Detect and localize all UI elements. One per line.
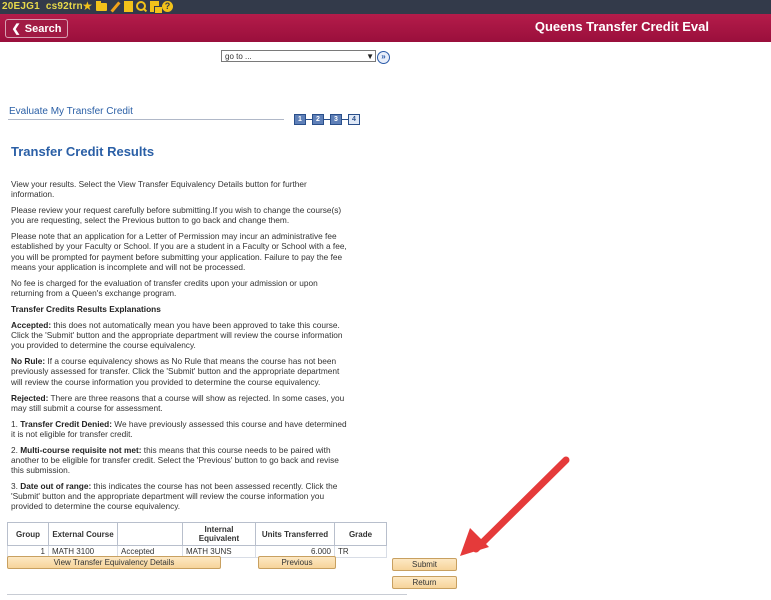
instructions: View your results. Select the View Trans…: [11, 179, 351, 518]
explanation-no-rule: No Rule: If a course equivalency shows a…: [11, 356, 340, 387]
explanation-multi-course: 2. Multi-course requisite not met: this …: [11, 444, 339, 476]
intro-paragraph: Please review your request carefully bef…: [11, 205, 342, 226]
page-title: Transfer Credit Results: [11, 144, 155, 159]
submit-button[interactable]: Submit: [392, 558, 457, 571]
chevron-left-icon: ❮: [11, 23, 21, 35]
table-header-row: Group External Course Internal Equivalen…: [7, 522, 387, 546]
search-icon[interactable]: [136, 1, 147, 12]
cell-grade: TR: [334, 545, 387, 558]
toolbar-icons: ★ ?: [82, 0, 173, 14]
step-2[interactable]: 2: [312, 114, 324, 125]
step-3[interactable]: 3: [330, 114, 342, 125]
search-back-label: Search: [24, 22, 62, 35]
step-1[interactable]: 1: [294, 114, 306, 125]
pencil-icon[interactable]: [110, 1, 121, 12]
header-title: Queens Transfer Credit Eval: [534, 19, 709, 34]
breadcrumb: Evaluate My Transfer Credit: [9, 106, 133, 117]
document-icon[interactable]: [150, 1, 163, 14]
col-status: [117, 522, 183, 546]
search-back-button[interactable]: ❮ Search: [5, 19, 68, 38]
breadcrumb-divider: [8, 119, 284, 120]
col-group: Group: [7, 522, 49, 546]
explanation-rejected: Rejected: There are three reasons that a…: [11, 392, 345, 413]
goto-select[interactable]: go to ... ▼: [221, 50, 376, 62]
step-4[interactable]: 4: [348, 114, 360, 125]
system-toolbar: 20EJG1 cs92trn ★ ?: [0, 0, 771, 14]
explanation-denied: 1. Transfer Credit Denied: We have previ…: [11, 418, 347, 439]
intro-paragraph: Please note that an application for a Le…: [11, 231, 347, 272]
page-header: ❮ Search Queens Transfer Credit Eval: [0, 14, 771, 42]
explanation-date-range: 3. Date out of range: this indicates the…: [11, 481, 338, 512]
col-grade: Grade: [334, 522, 387, 546]
footer-divider: [7, 594, 407, 595]
page-icon[interactable]: [124, 1, 133, 12]
goto-go-button[interactable]: »: [377, 51, 390, 64]
chevron-down-icon: ▼: [366, 52, 374, 61]
col-internal-equivalent: Internal Equivalent: [182, 522, 256, 546]
results-table: Group External Course Internal Equivalen…: [7, 522, 387, 558]
previous-button[interactable]: Previous: [258, 556, 336, 569]
intro-paragraph: View your results. Select the View Trans…: [11, 179, 307, 200]
help-icon[interactable]: ?: [162, 1, 173, 12]
goto-select-value: go to ...: [225, 52, 252, 61]
system-id: 20EJG1 cs92trn: [2, 1, 83, 12]
explanations-heading: Transfer Credits Results Explanations: [11, 303, 161, 314]
return-button[interactable]: Return: [392, 576, 457, 589]
step-indicator: 1 2 3 4: [294, 114, 360, 125]
intro-paragraph: No fee is charged for the evaluation of …: [11, 277, 318, 298]
folder-icon[interactable]: [96, 1, 107, 11]
favorites-star-icon[interactable]: ★: [82, 0, 93, 12]
col-external-course: External Course: [48, 522, 118, 546]
col-units-transferred: Units Transferred: [255, 522, 335, 546]
view-equivalency-details-button[interactable]: View Transfer Equivalency Details: [7, 556, 221, 569]
explanation-accepted: Accepted: this does not automatically me…: [11, 320, 343, 351]
